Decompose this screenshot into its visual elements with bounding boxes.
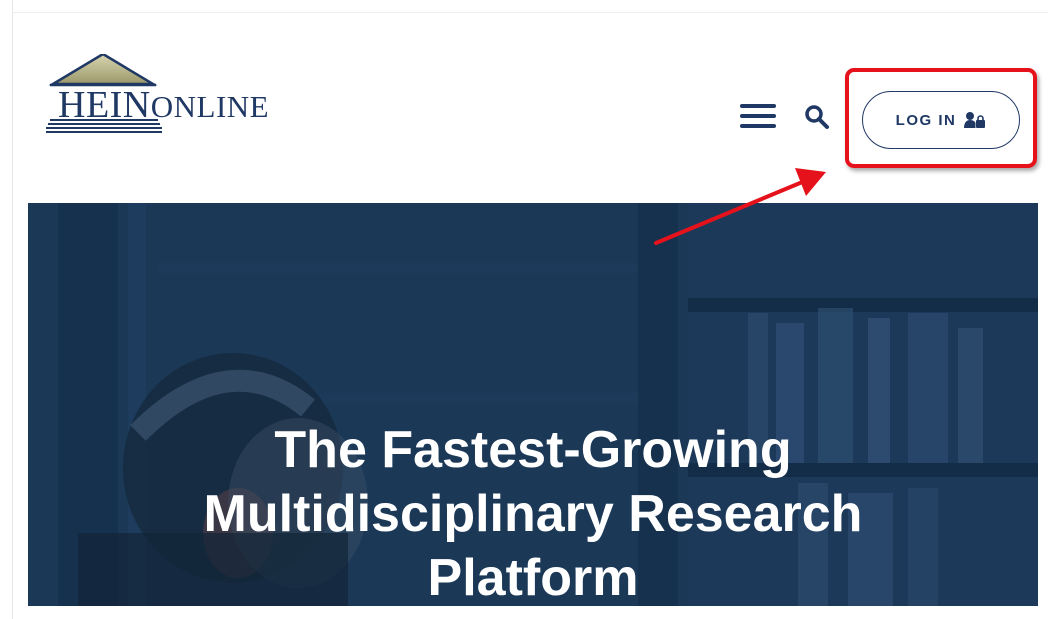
- logo-wordmark: HEINONLINE: [58, 86, 269, 124]
- search-icon[interactable]: [804, 104, 830, 130]
- heinonline-logo[interactable]: HEINONLINE: [46, 54, 296, 138]
- hero-title: The Fastest-Growing Multidisciplinary Re…: [28, 418, 1038, 606]
- hero-title-line-1: The Fastest-Growing: [274, 421, 792, 479]
- logo-text-hein: HEIN: [58, 84, 151, 126]
- hero-title-line-2: Multidisciplinary Research: [203, 485, 863, 543]
- logo-text-online: ONLINE: [150, 89, 270, 124]
- hamburger-menu-icon[interactable]: [740, 103, 776, 129]
- annotation-highlight-box: [845, 68, 1037, 168]
- hero-banner: The Fastest-Growing Multidisciplinary Re…: [28, 203, 1038, 606]
- hero-title-line-3: Platform: [427, 549, 639, 606]
